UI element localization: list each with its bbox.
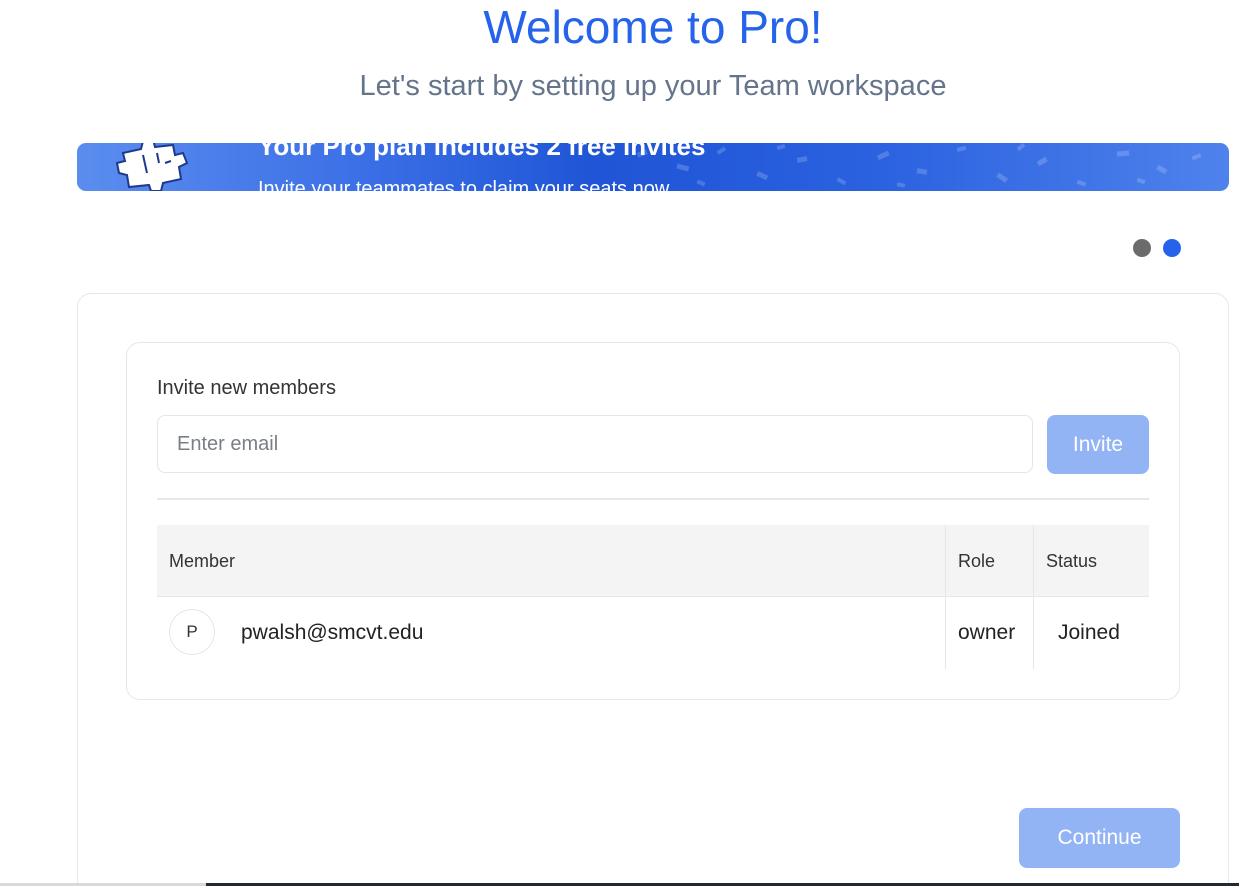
banner-title: Your Pro plan includes 2 free invites [258, 143, 706, 161]
column-header-status: Status [1046, 551, 1098, 571]
member-role: owner [958, 621, 1016, 644]
banner-subtitle: Invite your teammates to claim your seat… [258, 178, 670, 191]
invite-label: Invite new members [157, 377, 336, 399]
invite-button[interactable]: Invite [1047, 415, 1149, 474]
continue-button[interactable]: Continue [1019, 808, 1180, 868]
column-header-member: Member [169, 551, 236, 571]
member-email: pwalsh@smcvt.edu [241, 621, 424, 644]
page-subtitle: Let's start by setting up your Team work… [359, 70, 947, 102]
carousel-dot-2-active[interactable] [1163, 239, 1181, 257]
email-input[interactable] [157, 415, 1033, 473]
column-header-role: Role [958, 551, 996, 571]
column-divider [945, 525, 946, 669]
divider [157, 498, 1149, 500]
members-table-header: Member Role Status [157, 525, 1149, 597]
promo-banner: Your Pro plan includes 2 free invites In… [77, 143, 1229, 191]
puzzle-piece-icon [115, 143, 189, 191]
avatar: P [169, 609, 215, 655]
member-status: Joined [1058, 621, 1120, 644]
column-divider [1033, 525, 1034, 669]
carousel-dot-1[interactable] [1133, 239, 1151, 257]
page-title: Welcome to Pro! [483, 1, 823, 53]
page: Welcome to Pro! Let's start by setting u… [0, 0, 1239, 886]
